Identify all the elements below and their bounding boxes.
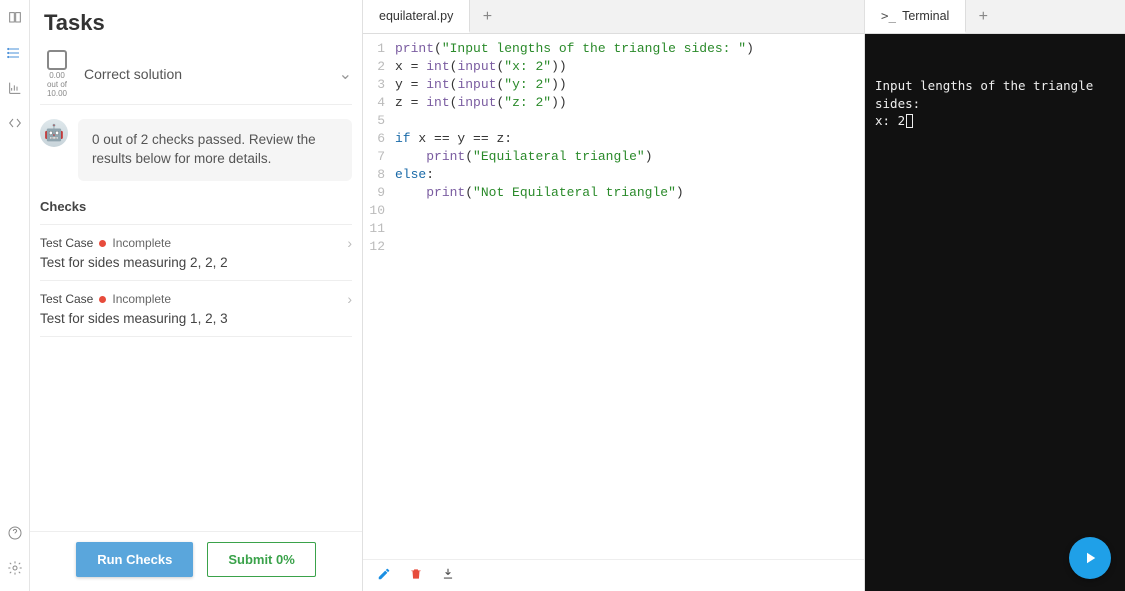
terminal-tabbar: >_ Terminal + bbox=[865, 0, 1125, 34]
check-label: Test Case bbox=[40, 292, 93, 306]
task-checkbox[interactable] bbox=[47, 50, 67, 70]
tasks-footer: Run Checks Submit 0% bbox=[30, 531, 362, 591]
check-label: Test Case bbox=[40, 236, 93, 250]
check-description: Test for sides measuring 1, 2, 3 bbox=[40, 307, 352, 326]
task-score: 0.00out of10.00 bbox=[47, 72, 67, 98]
terminal-line: Input lengths of the triangle sides: bbox=[875, 77, 1115, 112]
editor-panel: equilateral.py + 123456789101112 print("… bbox=[363, 0, 865, 591]
status-dot-icon bbox=[99, 296, 106, 303]
run-play-button[interactable] bbox=[1069, 537, 1111, 579]
activity-bar bbox=[0, 0, 30, 591]
code-icon[interactable] bbox=[7, 115, 23, 134]
code-editor[interactable]: 123456789101112 print("Input lengths of … bbox=[363, 34, 864, 559]
status-dot-icon bbox=[99, 240, 106, 247]
tasks-heading: Tasks bbox=[30, 0, 362, 44]
task-title: Correct solution bbox=[84, 66, 329, 82]
download-icon[interactable] bbox=[441, 567, 455, 584]
terminal-panel: >_ Terminal + Input lengths of the trian… bbox=[865, 0, 1125, 591]
editor-footer bbox=[363, 559, 864, 591]
add-tab-button[interactable]: + bbox=[470, 0, 504, 33]
check-status: Incomplete bbox=[112, 236, 171, 250]
tasks-panel: Tasks 0.00out of10.00 Correct solution ⌄… bbox=[30, 0, 363, 591]
check-status: Incomplete bbox=[112, 292, 171, 306]
chevron-down-icon[interactable]: ⌄ bbox=[339, 64, 352, 84]
terminal-tab[interactable]: >_ Terminal bbox=[865, 0, 966, 33]
check-description: Test for sides measuring 2, 2, 2 bbox=[40, 251, 352, 270]
help-icon[interactable] bbox=[7, 525, 23, 544]
task-header-row[interactable]: 0.00out of10.00 Correct solution ⌄ bbox=[40, 44, 352, 105]
book-icon[interactable] bbox=[7, 10, 23, 29]
feedback-message: 0 out of 2 checks passed. Review the res… bbox=[78, 119, 352, 181]
terminal-line: x: 2 bbox=[875, 112, 1115, 130]
add-terminal-button[interactable]: + bbox=[966, 0, 1000, 33]
editor-tabbar: equilateral.py + bbox=[363, 0, 864, 34]
bot-avatar-icon: 🤖 bbox=[40, 119, 68, 147]
chart-icon[interactable] bbox=[7, 80, 23, 99]
check-item[interactable]: Test Case Incomplete ›Test for sides measu… bbox=[40, 280, 352, 337]
pencil-icon[interactable] bbox=[377, 567, 391, 584]
terminal-tab-label: Terminal bbox=[902, 9, 949, 23]
gear-icon[interactable] bbox=[7, 560, 23, 579]
terminal-cursor bbox=[906, 114, 913, 128]
submit-button[interactable]: Submit 0% bbox=[207, 542, 315, 577]
editor-tab[interactable]: equilateral.py bbox=[363, 0, 470, 33]
editor-tab-label: equilateral.py bbox=[379, 9, 453, 23]
run-checks-button[interactable]: Run Checks bbox=[76, 542, 193, 577]
trash-icon[interactable] bbox=[409, 567, 423, 584]
check-item[interactable]: Test Case Incomplete ›Test for sides measu… bbox=[40, 224, 352, 280]
checks-heading: Checks bbox=[40, 193, 352, 224]
chevron-right-icon: › bbox=[347, 235, 352, 251]
code-content[interactable]: print("Input lengths of the triangle sid… bbox=[391, 34, 864, 559]
list-icon[interactable] bbox=[7, 45, 23, 64]
line-gutter: 123456789101112 bbox=[363, 34, 391, 559]
terminal-output[interactable]: Input lengths of the triangle sides:x: 2 bbox=[865, 34, 1125, 591]
terminal-icon: >_ bbox=[881, 8, 896, 23]
play-icon bbox=[1081, 549, 1099, 567]
chevron-right-icon: › bbox=[347, 291, 352, 307]
